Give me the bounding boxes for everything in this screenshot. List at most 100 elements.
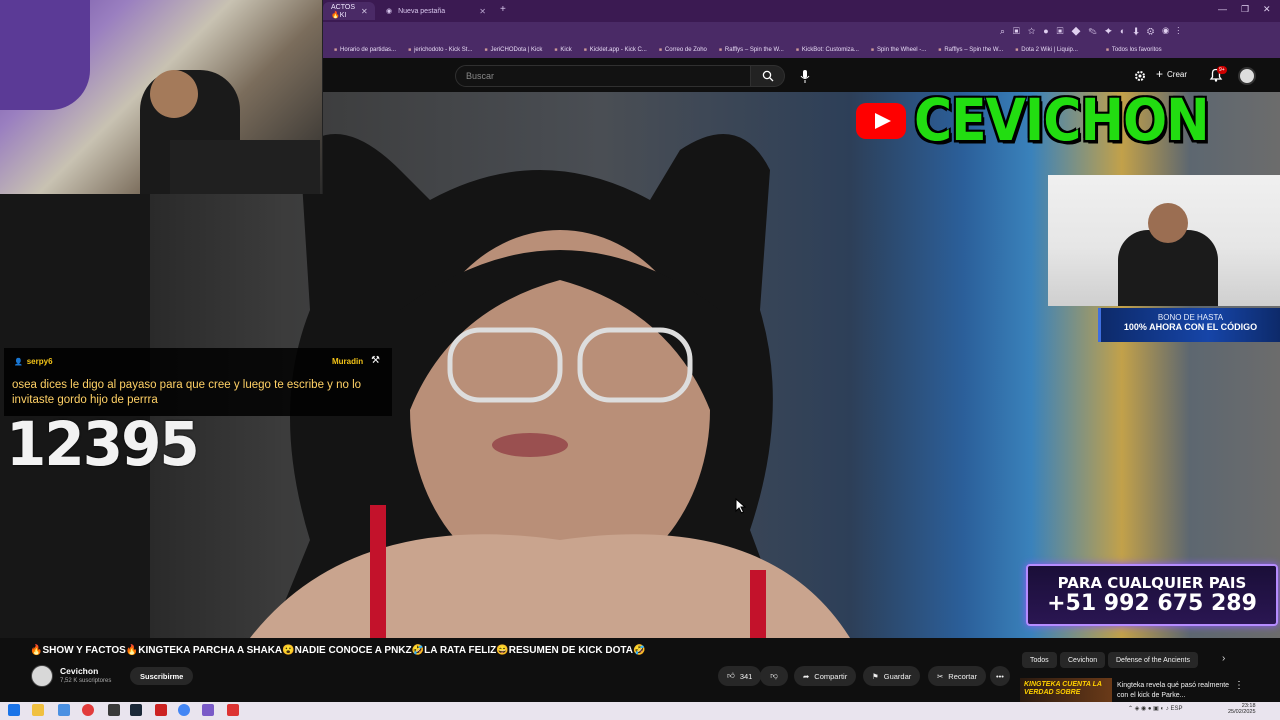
bookmark-item[interactable]: Horario de partidas... xyxy=(334,47,396,53)
search-icon xyxy=(762,70,773,82)
chat-message-text: osea dices le digo al payaso para que cr… xyxy=(12,379,362,406)
bonus-line1: BONO DE HASTA xyxy=(1157,313,1224,322)
channel-logo-text: CEVICHON xyxy=(914,87,1210,155)
chevron-right-icon[interactable]: › xyxy=(1222,653,1225,664)
viewer-counter: 12395 xyxy=(6,408,200,480)
clip-button[interactable]: ✂ Recortar xyxy=(928,666,987,686)
hero-icon: ⚒ xyxy=(371,355,380,366)
chip-all[interactable]: Todos xyxy=(1022,652,1057,668)
bonus-line2: 100% AHORA CON EL CÓDIGO xyxy=(1123,322,1258,332)
bonus-banner: BONO DE HASTA 100% AHORA CON EL CÓDIGO xyxy=(1098,308,1280,342)
phone-banner: PARA CUALQUIER PAIS +51 992 675 289 xyxy=(1026,564,1278,626)
scissors-icon: ✂ xyxy=(937,671,944,681)
tab-new[interactable]: ◉ Nueva pestaña ✕ xyxy=(378,2,494,20)
bookmark-item[interactable]: jerichodoto - Kick St... xyxy=(408,47,472,53)
save-label: Guardar xyxy=(883,671,912,681)
guest-head xyxy=(1148,203,1188,243)
bookmark-item[interactable]: KickBot: Customiza... xyxy=(796,47,859,53)
monitor xyxy=(170,140,320,194)
chat-username: 👤 serpy6 xyxy=(14,357,53,366)
subscriber-count: 7,52 K suscriptores xyxy=(60,678,112,684)
more-icon: ••• xyxy=(996,671,1004,681)
share-label: Compartir xyxy=(814,671,848,681)
bookmark-item[interactable]: Spin the Wheel -... xyxy=(871,47,926,53)
streamer-head xyxy=(150,70,198,118)
subscribe-button[interactable]: Suscribirme xyxy=(130,667,194,685)
tab-label: Nueva pestaña xyxy=(398,7,446,15)
plush-toy xyxy=(0,0,90,110)
search-input[interactable]: Buscar xyxy=(455,65,751,87)
start-icon[interactable] xyxy=(8,704,20,716)
chip-topic[interactable]: Defense of the Ancients xyxy=(1108,652,1198,668)
like-count: 341 xyxy=(739,671,753,681)
dislike-button[interactable]: 👎︎ xyxy=(760,666,788,686)
recommendation-title[interactable]: Kingteka revela qué pasó realmente con e… xyxy=(1117,681,1235,701)
bookmark-item[interactable]: Kick xyxy=(554,47,571,53)
share-button[interactable]: ➦ Compartir xyxy=(794,666,857,686)
more-actions-button[interactable]: ••• xyxy=(990,666,1010,686)
recommendation-thumbnail[interactable]: KINGTEKA CUENTA LA VERDAD SOBRE xyxy=(1020,678,1112,702)
folder-icon[interactable] xyxy=(32,704,44,716)
bookmark-icon: ⚑ xyxy=(872,671,879,681)
app-icon[interactable] xyxy=(108,704,120,716)
bookmark-item[interactable]: JeriCHODota | Kick xyxy=(484,47,542,53)
chip-channel[interactable]: Cevichon xyxy=(1060,652,1106,668)
search-button[interactable] xyxy=(751,65,785,87)
bookmark-item[interactable]: Rafflys – Spin the W... xyxy=(938,47,1003,53)
bookmark-item[interactable]: Correo de Zoho xyxy=(659,47,707,53)
save-button[interactable]: ⚑ Guardar xyxy=(863,666,921,686)
minimize-icon[interactable]: — xyxy=(1218,4,1227,14)
new-tab-icon[interactable]: + xyxy=(500,4,506,15)
opera-icon[interactable] xyxy=(82,704,94,716)
share-icon: ➦ xyxy=(803,671,810,681)
clip-label: Recortar xyxy=(948,671,978,681)
mouse-cursor-icon xyxy=(735,498,747,514)
app-icon[interactable] xyxy=(202,704,214,716)
video-title: 🔥SHOW Y FACTOS🔥KINGTEKA PARCHA A SHAKA😮N… xyxy=(30,645,646,656)
system-tray[interactable]: ⌃ ◈ ◉ ● ▣ ◐ ♪ ESP xyxy=(1128,705,1182,712)
chat-username-text: serpy6 xyxy=(26,357,53,366)
channel-name[interactable]: Cevichon xyxy=(60,666,98,676)
streamer-webcam xyxy=(0,0,323,194)
thumbs-down-icon: 👎︎ xyxy=(770,671,778,680)
microphone-icon xyxy=(800,69,810,83)
bookmark-item[interactable]: Rafflys – Spin the W... xyxy=(719,47,784,53)
microphone-button[interactable] xyxy=(796,67,814,85)
window-close-icon[interactable]: ✕ xyxy=(1263,4,1271,15)
thumbs-up-icon: 👍︎ xyxy=(727,671,735,680)
gear-icon[interactable] xyxy=(1133,69,1147,83)
bookmark-item[interactable]: Kicklet.app - Kick C... xyxy=(584,47,647,53)
chrome-icon[interactable] xyxy=(178,704,190,716)
maximize-icon[interactable]: ❐ xyxy=(1241,4,1249,15)
tab-active[interactable]: ACTOS 🔥KI ✕ xyxy=(323,2,375,20)
all-bookmarks[interactable]: Todos los favoritos xyxy=(1106,47,1162,53)
date: 25/02/2025 xyxy=(1228,709,1256,715)
obs-icon[interactable] xyxy=(227,704,239,716)
chrome-icon: ◉ xyxy=(386,8,393,15)
tab-label: ACTOS 🔥KI xyxy=(331,3,355,19)
close-icon[interactable]: ✕ xyxy=(361,7,368,16)
phone-line1: PARA CUALQUIER PAIS xyxy=(1057,574,1247,592)
steam-icon[interactable] xyxy=(130,704,142,716)
os-taskbar xyxy=(0,702,1280,720)
close-icon[interactable]: ✕ xyxy=(479,7,486,16)
create-button[interactable]: + Crear xyxy=(1156,67,1187,81)
bookmark-item[interactable]: Dota 2 Wiki | Liquip... xyxy=(1015,47,1078,53)
like-button[interactable]: 👍︎ 341 xyxy=(718,666,762,686)
phone-number: +51 992 675 289 xyxy=(1047,591,1257,616)
account-avatar[interactable] xyxy=(1238,67,1256,85)
clock[interactable]: 23:18 25/02/2025 xyxy=(1228,703,1256,715)
chat-game-label: Muradin xyxy=(332,357,364,366)
app-icon[interactable] xyxy=(155,704,167,716)
guest-webcam xyxy=(1048,175,1280,306)
language-indicator: ESP xyxy=(1170,706,1183,712)
app-icon[interactable] xyxy=(58,704,70,716)
notification-badge: 9+ xyxy=(1217,66,1227,74)
channel-avatar[interactable] xyxy=(31,665,53,687)
channel-logo: CEVICHON xyxy=(856,87,1210,155)
plus-icon: + xyxy=(1156,67,1164,81)
create-label: Crear xyxy=(1167,69,1188,79)
extension-icons[interactable]: ⌕▣☆●▣◆✎✦◐⬇⚙◉⋮ xyxy=(1000,26,1188,37)
more-vert-icon[interactable]: ⋮ xyxy=(1234,680,1244,691)
tray-icons[interactable]: ⌃ ◈ ◉ ● ▣ ◐ ♪ xyxy=(1128,706,1170,712)
